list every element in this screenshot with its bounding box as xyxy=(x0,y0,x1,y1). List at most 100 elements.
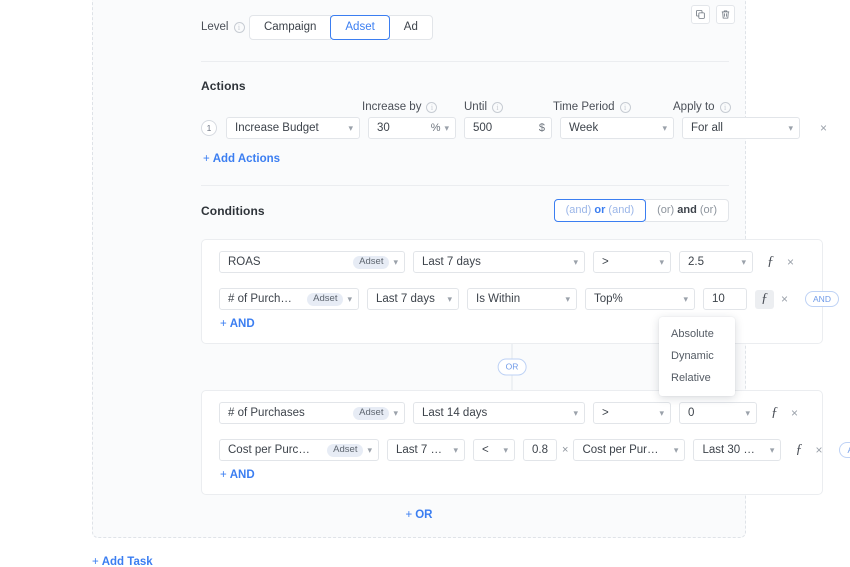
add-task-label: Add Task xyxy=(101,556,153,567)
row-joiner-and-chip[interactable]: AND xyxy=(805,291,839,307)
logic-part-left: (and) xyxy=(565,204,592,216)
chevron-down-icon[interactable]: ▾ xyxy=(745,408,750,418)
add-actions-label: Add Actions xyxy=(212,153,281,165)
operator-select[interactable]: > ▾ xyxy=(593,402,671,424)
condition-row: ROAS Adset ▾ Last 7 days ▾ > ▾ 2.5 ▾ ƒ × xyxy=(219,251,798,273)
info-icon[interactable]: i xyxy=(719,101,731,113)
scope-badge: Adset xyxy=(353,255,390,269)
task-card: Level i Campaign Adset Ad Actions Increa… xyxy=(92,0,850,538)
multiplier-input[interactable]: 0.8 xyxy=(523,439,557,461)
condition-row: Cost per Purchase Adset ▾ Last 7 days ▾ … xyxy=(219,439,850,461)
conditions-logic-toggle[interactable]: (and) or (and) (or) and (or) xyxy=(553,199,729,222)
logic-part-right: (or) xyxy=(699,204,717,216)
duplicate-icon[interactable] xyxy=(691,5,710,24)
apply-to-select[interactable]: For all ▾ xyxy=(682,117,800,139)
metric-select[interactable]: Cost per Purchase Adset ▾ xyxy=(219,439,379,461)
chevron-down-icon: ▾ xyxy=(348,122,353,133)
chevron-down-icon[interactable]: ▾ xyxy=(741,257,746,267)
info-icon[interactable]: i xyxy=(233,21,245,33)
chevron-down-icon: ▾ xyxy=(683,293,688,304)
formula-button[interactable]: ƒ xyxy=(755,289,774,309)
level-segmented-control[interactable]: Campaign Adset Ad xyxy=(248,15,433,40)
add-or-button[interactable]: + OR xyxy=(406,509,433,521)
menu-item-relative[interactable]: Relative xyxy=(659,367,735,389)
menu-item-dynamic[interactable]: Dynamic xyxy=(659,345,735,367)
action-type-select[interactable]: Increase Budget ▾ xyxy=(226,117,360,139)
add-and-condition-button[interactable]: + AND xyxy=(220,469,255,481)
date-range-select[interactable]: Last 7 days ▾ xyxy=(387,439,465,461)
level-label-text: Level xyxy=(201,21,229,33)
delete-icon[interactable] xyxy=(716,5,735,24)
compare-range-select[interactable]: Last 30 days ▾ xyxy=(693,439,782,461)
column-label-text: Increase by xyxy=(362,101,422,113)
condition-row: # of Purchases Adset ▾ Last 7 days ▾ Is … xyxy=(219,288,839,310)
value-input[interactable]: 10 xyxy=(703,288,747,310)
metric-select[interactable]: ROAS Adset ▾ xyxy=(219,251,405,273)
add-actions-button[interactable]: + Add Actions xyxy=(203,153,280,165)
date-range-value: Last 7 days xyxy=(422,256,481,268)
metric-select[interactable]: # of Purchases Adset ▾ xyxy=(219,288,359,310)
compare-metric-select[interactable]: Cost per Purchase ▾ xyxy=(573,439,686,461)
formula-type-menu[interactable]: Absolute Dynamic Relative xyxy=(659,317,735,396)
metric-value: Cost per Purchase xyxy=(228,444,313,456)
formula-button[interactable]: ƒ xyxy=(789,441,808,460)
date-range-select[interactable]: Last 7 days ▾ xyxy=(413,251,585,273)
until-unit: $ xyxy=(538,122,545,134)
remove-condition-button[interactable]: × xyxy=(783,254,798,270)
add-or-group-row: + OR xyxy=(93,505,745,523)
menu-item-absolute[interactable]: Absolute xyxy=(659,323,735,345)
scope-badge: Adset xyxy=(353,406,390,420)
metric-select[interactable]: # of Purchases Adset ▾ xyxy=(219,402,405,424)
chevron-down-icon: ▾ xyxy=(453,444,458,455)
date-range-select[interactable]: Last 7 days ▾ xyxy=(367,288,459,310)
level-option-adset[interactable]: Adset xyxy=(330,15,390,40)
date-range-select[interactable]: Last 14 days ▾ xyxy=(413,402,585,424)
chevron-down-icon: ▾ xyxy=(347,293,352,304)
chevron-down-icon: ▾ xyxy=(565,293,570,304)
chevron-down-icon: ▾ xyxy=(659,256,664,267)
row-joiner-and-chip[interactable]: AND xyxy=(839,442,850,458)
increase-by-value: 30 xyxy=(377,122,390,134)
value-input[interactable]: 2.5 ▾ xyxy=(679,251,753,273)
column-label-text: Apply to xyxy=(673,101,715,113)
logic-mode-or-and-or[interactable]: (or) and (or) xyxy=(645,199,729,222)
remove-condition-button[interactable]: × xyxy=(811,442,826,458)
add-task-button[interactable]: + Add Task xyxy=(92,556,153,567)
operator-select[interactable]: Is Within ▾ xyxy=(467,288,577,310)
time-period-select[interactable]: Week ▾ xyxy=(560,117,674,139)
apply-to-value: For all xyxy=(691,122,723,134)
multiply-symbol: × xyxy=(562,444,569,456)
chevron-down-icon: ▾ xyxy=(447,293,452,304)
actions-section-title: Actions xyxy=(201,79,246,93)
add-task-row: + Add Task xyxy=(92,552,153,567)
info-icon[interactable]: i xyxy=(619,101,631,113)
add-and-condition-button[interactable]: + AND xyxy=(220,318,255,330)
operator-select[interactable]: < ▾ xyxy=(473,439,515,461)
value-input[interactable]: 0 ▾ xyxy=(679,402,757,424)
until-input[interactable]: 500 $ xyxy=(464,117,552,139)
info-icon[interactable]: i xyxy=(492,101,504,113)
level-option-campaign[interactable]: Campaign xyxy=(248,15,332,40)
value-text: 10 xyxy=(712,293,725,305)
chevron-down-icon: ▾ xyxy=(573,256,578,267)
formula-button[interactable]: ƒ xyxy=(765,404,784,423)
chevron-down-icon[interactable]: ▾ xyxy=(444,123,449,133)
operator-select[interactable]: > ▾ xyxy=(593,251,671,273)
remove-condition-button[interactable]: × xyxy=(787,405,802,421)
rank-type-select[interactable]: Top% ▾ xyxy=(585,288,695,310)
condition-group-2: # of Purchases Adset ▾ Last 14 days ▾ > … xyxy=(201,390,850,495)
multiplier-value: 0.8 xyxy=(532,444,548,456)
group-joiner-or-chip[interactable]: OR xyxy=(497,358,527,376)
info-icon[interactable]: i xyxy=(426,101,438,113)
remove-action-button[interactable]: × xyxy=(816,120,831,136)
operator-value: > xyxy=(602,407,609,419)
remove-condition-button[interactable]: × xyxy=(777,291,792,307)
column-label-increase-by: Increase by i xyxy=(362,101,438,113)
logic-mode-and-or-and[interactable]: (and) or (and) xyxy=(553,199,647,222)
formula-button[interactable]: ƒ xyxy=(761,253,780,272)
chevron-down-icon: ▾ xyxy=(662,122,667,133)
increase-by-input[interactable]: 30 % ▾ xyxy=(368,117,456,139)
scope-badge: Adset xyxy=(307,292,344,306)
operator-value: > xyxy=(602,256,609,268)
level-option-ad[interactable]: Ad xyxy=(388,15,433,40)
